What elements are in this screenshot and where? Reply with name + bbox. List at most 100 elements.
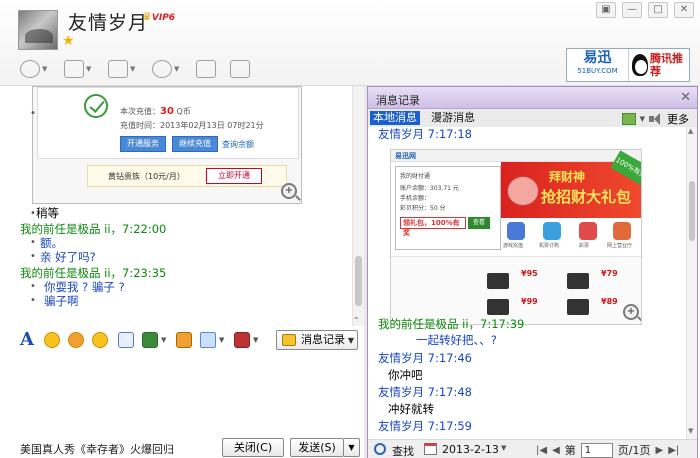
input-toolbar: A ▼ ▼ ▼ 消息记录 ▼	[0, 326, 364, 354]
success-check-icon	[84, 94, 108, 118]
message-history-panel: 消息记录 ✕ 本地消息 漫游消息 ▼ 更多 友情岁月 7:17:18 易迅网 拜…	[367, 86, 698, 458]
history-icon	[282, 334, 296, 346]
chat-history-pane[interactable]: 本次充值：30 Q币 充值时间：2013年02月13日 07时21分 开通服务 …	[0, 86, 364, 326]
image-dropdown-icon[interactable]: ▼	[161, 336, 166, 344]
video-dropdown-icon[interactable]: ▼	[42, 60, 50, 78]
message-text: 稍等	[36, 206, 59, 220]
panel-title: 消息记录	[376, 94, 420, 107]
page-number-input[interactable]: 1	[580, 442, 613, 458]
shake-icon[interactable]	[92, 332, 108, 348]
file-dropdown-icon[interactable]: ▼	[130, 60, 138, 78]
star-icon[interactable]: ★	[62, 33, 75, 49]
font-icon[interactable]: A	[20, 329, 34, 350]
send-options-button[interactable]: ▼	[344, 438, 360, 457]
send-button[interactable]: 发送(S)	[290, 438, 344, 457]
contact-toolbar: ▼ ▼ ▼ ▼	[20, 60, 250, 78]
ad-brand-domain: 51BUY.COM	[577, 67, 618, 75]
history-sender: 我的前任是极品 ii，7:17:39	[378, 317, 525, 331]
collapse-icon[interactable]: ⌃	[352, 316, 360, 327]
tab-roaming-messages[interactable]: 漫游消息	[428, 111, 478, 125]
history-tabs: 本地消息 漫游消息 ▼ 更多	[368, 109, 697, 127]
voice-call-icon[interactable]	[64, 60, 84, 78]
speaker-icon[interactable]	[649, 113, 663, 125]
zoom-in-icon[interactable]: +	[623, 304, 639, 320]
date-picker[interactable]: 2013-2-13	[442, 443, 499, 456]
minimize-button[interactable]: —	[622, 2, 642, 18]
contact-name: 友情岁月	[68, 12, 149, 34]
gift-icon[interactable]	[234, 332, 250, 348]
maximize-button[interactable]: □	[648, 2, 668, 18]
search-icon[interactable]	[374, 443, 386, 455]
panel-header: 消息记录 ✕	[368, 87, 697, 109]
history-text: 一起转好把、、?	[416, 333, 497, 347]
message-input[interactable]	[0, 354, 364, 436]
history-footer: 查找 2013-2-13 ▼ |◀ ◀ 第 1 页/1页 ▶ ▶|	[368, 439, 697, 458]
last-page-icon[interactable]: ▶|	[668, 445, 679, 456]
bottom-bar: 美国真人秀《幸存者》火爆回归 关闭(C) 发送(S) ▼	[0, 436, 364, 458]
message-text: 亲 好了吗?	[40, 250, 96, 264]
magic-emoji-icon[interactable]	[68, 332, 84, 348]
image-icon[interactable]	[142, 332, 158, 348]
more-button[interactable]: 更多	[667, 111, 689, 127]
first-page-icon[interactable]: |◀	[536, 445, 547, 456]
history-text: 你冲吧	[388, 368, 423, 382]
emoji-icon[interactable]	[44, 332, 60, 348]
close-icon[interactable]: ✕	[680, 90, 691, 105]
ad-banner[interactable]: 易迅 51BUY.COM 腾讯推荐	[566, 48, 690, 82]
screen-share-icon[interactable]	[196, 60, 216, 78]
remote-assist-icon[interactable]	[152, 60, 172, 78]
history-log[interactable]: 友情岁月 7:17:18 易迅网 拜财神 抢招财大礼包 100%有奖 我的财付通…	[368, 127, 686, 439]
filter-dropdown-icon[interactable]: ▼	[640, 115, 645, 123]
chat-scrollbar[interactable]	[352, 86, 364, 326]
qq-penguin-icon	[632, 54, 648, 76]
news-ticker[interactable]: 美国真人秀《幸存者》火爆回归	[20, 441, 174, 457]
message-text: 额。	[40, 236, 63, 250]
music-icon[interactable]	[176, 332, 192, 348]
history-sender: 友情岁月 7:17:48	[378, 385, 472, 399]
skin-button[interactable]: ▣	[596, 2, 616, 18]
title-bar: 友情岁月 ♛VIP6 ★ ▼ ▼ ▼ ▼ ▣ — □ ✕ 易迅 51BUY.CO…	[0, 0, 700, 86]
shared-screenshot-image[interactable]: 本次充值：30 Q币 充值时间：2013年02月13日 07时21分 开通服务 …	[32, 86, 302, 204]
history-sender: 友情岁月 7:17:46	[378, 351, 472, 365]
pig-graphic	[507, 176, 539, 206]
message-sender: 我的前任是极品 ii，7:22:00	[20, 222, 167, 236]
ad-brand: 易迅	[583, 50, 612, 66]
history-scrollbar[interactable]: ▲ ▼	[686, 127, 697, 439]
close-window-button[interactable]: ✕	[674, 2, 694, 18]
next-page-icon[interactable]: ▶	[655, 445, 663, 456]
filter-icon[interactable]	[621, 113, 636, 125]
scroll-thumb[interactable]	[689, 181, 695, 241]
contact-avatar[interactable]	[18, 10, 58, 50]
file-transfer-icon[interactable]	[108, 60, 128, 78]
vip-badge[interactable]: ♛VIP6	[142, 10, 175, 23]
prev-page-icon[interactable]: ◀	[552, 445, 560, 456]
history-sender: 友情岁月 7:17:59	[378, 419, 472, 433]
screenshot-dropdown-icon[interactable]: ▼	[219, 336, 224, 344]
scroll-up-icon[interactable]: ▲	[688, 127, 693, 135]
history-text: 冲好就转	[388, 402, 434, 416]
message-text: 骗子啊	[44, 294, 79, 308]
date-dropdown-icon[interactable]: ▼	[501, 444, 506, 452]
screenshot-icon[interactable]	[200, 332, 216, 348]
voice-dropdown-icon[interactable]: ▼	[86, 60, 94, 78]
remote-dropdown-icon[interactable]: ▼	[174, 60, 182, 78]
window-controls: ▣ — □ ✕	[596, 2, 694, 18]
video-call-icon[interactable]	[20, 60, 40, 78]
message-history-button[interactable]: 消息记录 ▼	[276, 330, 358, 350]
scroll-down-icon[interactable]: ▼	[688, 427, 693, 435]
scroll-thumb[interactable]	[355, 256, 362, 306]
calendar-icon[interactable]	[424, 443, 437, 455]
message-text: 你耍我 ? 骗子 ?	[44, 280, 125, 294]
apps-icon[interactable]	[230, 60, 250, 78]
zoom-in-icon[interactable]: +	[281, 183, 297, 199]
pager: |◀ ◀ 第 1 页/1页 ▶ ▶|	[536, 442, 680, 458]
close-button[interactable]: 关闭(C)	[222, 438, 284, 457]
find-button[interactable]: 查找	[392, 443, 414, 458]
history-sender: 友情岁月 7:17:18	[378, 127, 472, 141]
tab-local-messages[interactable]: 本地消息	[370, 111, 420, 125]
ad-partner-label: 腾讯推荐	[649, 52, 683, 78]
gift-dropdown-icon[interactable]: ▼	[253, 336, 258, 344]
chevron-down-icon: ▼	[347, 336, 354, 345]
doodle-icon[interactable]	[118, 332, 134, 348]
history-screenshot-image[interactable]: 易迅网 拜财神 抢招财大礼包 100%有奖 我的财付通 账户余额：303.71 …	[390, 149, 642, 325]
